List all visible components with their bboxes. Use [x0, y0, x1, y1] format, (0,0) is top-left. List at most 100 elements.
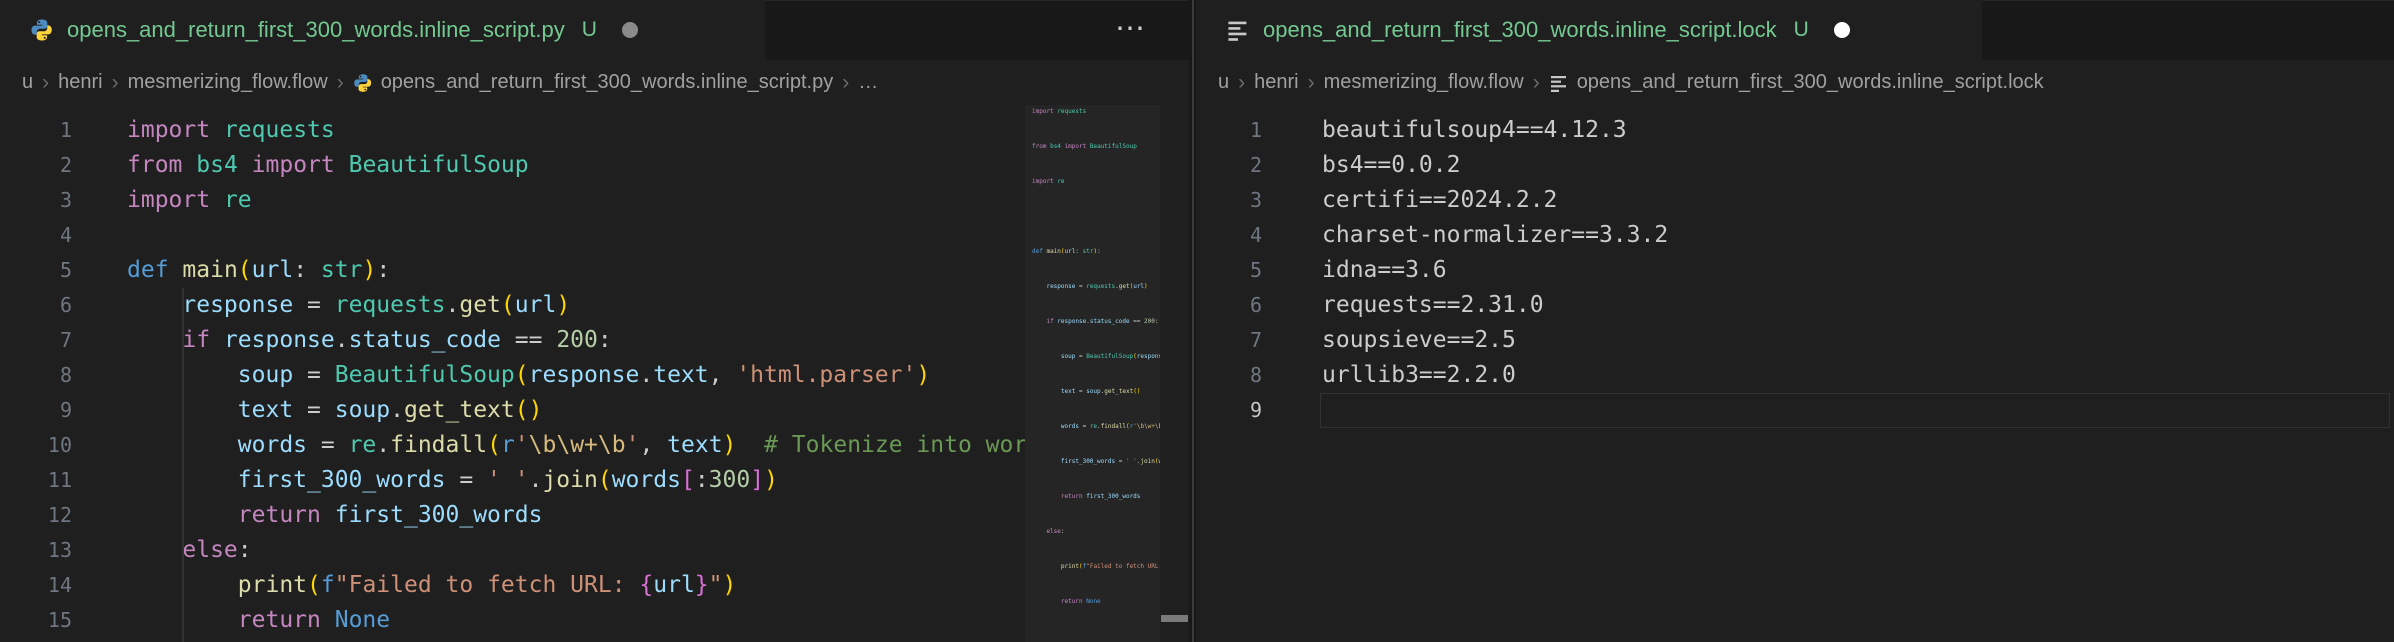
breadcrumb-separator: › — [1308, 71, 1315, 95]
code-line: certifi==2024.2.2 — [1322, 183, 1668, 218]
code-editor-python[interactable]: 123456789101112131415 import requestsfro… — [0, 105, 1190, 642]
breadcrumb-separator: › — [112, 71, 119, 95]
minimap[interactable]: import requestsfrom bs4 import Beautiful… — [1025, 105, 1160, 642]
breadcrumb-separator: › — [1533, 71, 1540, 95]
tabbar-left: opens_and_return_first_300_words.inline_… — [0, 0, 1190, 60]
code-content[interactable]: import requestsfrom bs4 import Beautiful… — [127, 113, 1055, 638]
editor-group-sash[interactable] — [1189, 0, 1196, 642]
breadcrumb-item[interactable]: mesmerizing_flow.flow — [128, 71, 328, 94]
code-line — [1032, 214, 1160, 249]
modified-dot-close-button[interactable] — [1834, 22, 1850, 38]
code-line: return None — [127, 603, 1055, 638]
indent-guide — [182, 288, 184, 642]
code-line: if response.status_code == 200: — [127, 323, 1055, 358]
code-line: import requests — [1032, 109, 1160, 144]
editor-group-right: opens_and_return_first_300_words.inline_… — [1196, 0, 2394, 642]
line-number: 4 — [1196, 218, 1262, 253]
line-number: 12 — [0, 498, 72, 533]
line-number: 9 — [1196, 393, 1262, 428]
code-line: import re — [127, 183, 1055, 218]
tab-python-file[interactable]: opens_and_return_first_300_words.inline_… — [0, 0, 765, 60]
code-line: idna==3.6 — [1322, 253, 1668, 288]
line-number: 5 — [0, 253, 72, 288]
code-line: beautifulsoup4==4.12.3 — [1322, 113, 1668, 148]
line-number-gutter: 123456789 — [1196, 113, 1262, 428]
list-icon — [1549, 73, 1569, 93]
python-icon — [30, 18, 54, 42]
code-line: return first_300_words — [127, 498, 1055, 533]
breadcrumb-separator: › — [42, 71, 49, 95]
code-line: import requests — [127, 113, 1055, 148]
code-line: soup = BeautifulSoup(response.text, 'htm… — [1032, 354, 1160, 389]
code-line: words = re.findall(r'\b\w+\b', text) # T… — [1032, 424, 1160, 459]
breadcrumb-separator: › — [337, 71, 344, 95]
breadcrumb-item[interactable]: … — [858, 71, 878, 94]
line-number-gutter: 123456789101112131415 — [0, 113, 72, 638]
code-line: else: — [127, 533, 1055, 568]
code-line: print(f"Failed to fetch URL: {url}") — [1032, 564, 1160, 599]
line-number: 6 — [0, 288, 72, 323]
code-line: first_300_words = ' '.join(words[:300]) — [127, 463, 1055, 498]
editor-group-left: opens_and_return_first_300_words.inline_… — [0, 0, 1190, 642]
line-number: 1 — [1196, 113, 1262, 148]
tab-lock-file[interactable]: opens_and_return_first_300_words.inline_… — [1196, 0, 1982, 60]
code-line: if response.status_code == 200: — [1032, 319, 1160, 354]
line-number: 14 — [0, 568, 72, 603]
breadcrumb-item[interactable]: u — [1218, 71, 1229, 94]
code-line: requests==2.31.0 — [1322, 288, 1668, 323]
breadcrumb-item[interactable]: opens_and_return_first_300_words.inline_… — [1549, 71, 2044, 94]
minimap-content: import requestsfrom bs4 import Beautiful… — [1025, 105, 1160, 634]
line-number: 2 — [1196, 148, 1262, 183]
line-number: 7 — [0, 323, 72, 358]
code-line — [1322, 393, 1668, 428]
line-number: 11 — [0, 463, 72, 498]
line-number: 4 — [0, 218, 72, 253]
breadcrumb-separator: › — [1238, 71, 1245, 95]
code-line: from bs4 import BeautifulSoup — [127, 148, 1055, 183]
line-number: 7 — [1196, 323, 1262, 358]
line-number: 8 — [0, 358, 72, 393]
code-line: import re — [1032, 179, 1160, 214]
tabstrip-empty-right — [1982, 0, 2394, 60]
sash-line — [1192, 0, 1194, 642]
overview-cursor-marker — [1161, 615, 1188, 622]
code-line: print(f"Failed to fetch URL: {url}") — [127, 568, 1055, 603]
breadcrumb: u › henri › mesmerizing_flow.flow › opens_and… — [1196, 60, 2394, 105]
code-editor-lock[interactable]: 123456789 beautifulsoup4==4.12.3bs4==0.0… — [1196, 105, 2394, 642]
code-line: words = re.findall(r'\b\w+\b', text) # T… — [127, 428, 1055, 463]
modified-dot-close-button[interactable] — [622, 22, 638, 38]
code-line: soup = BeautifulSoup(response.text, 'htm… — [127, 358, 1055, 393]
breadcrumb-item[interactable]: mesmerizing_flow.flow — [1324, 71, 1524, 94]
line-number: 5 — [1196, 253, 1262, 288]
code-line: bs4==0.0.2 — [1322, 148, 1668, 183]
breadcrumb-item[interactable]: henri — [58, 71, 102, 94]
python-icon — [353, 73, 373, 93]
code-line: response = requests.get(url) — [1032, 284, 1160, 319]
code-line: def main(url: str): — [127, 253, 1055, 288]
code-line: soupsieve==2.5 — [1322, 323, 1668, 358]
line-number: 2 — [0, 148, 72, 183]
breadcrumb: u › henri › mesmerizing_flow.flow › opens_and… — [0, 60, 1190, 105]
code-line: text = soup.get_text() — [127, 393, 1055, 428]
breadcrumb-separator: › — [842, 71, 849, 95]
tab-label: opens_and_return_first_300_words.inline_… — [67, 17, 565, 43]
breadcrumb-item[interactable]: u — [22, 71, 33, 94]
code-line: first_300_words = ' '.join(words[:300]) — [1032, 459, 1160, 494]
breadcrumb-item[interactable]: opens_and_return_first_300_words.inline_… — [353, 71, 834, 94]
code-line: from bs4 import BeautifulSoup — [1032, 144, 1160, 179]
tabbar-right: opens_and_return_first_300_words.inline_… — [1196, 0, 2394, 60]
code-line: urllib3==2.2.0 — [1322, 358, 1668, 393]
git-status-badge: U — [582, 18, 597, 42]
code-line: return first_300_words — [1032, 494, 1160, 529]
scrollbar-overview-ruler[interactable] — [1160, 105, 1190, 642]
code-line — [127, 218, 1055, 253]
editor-actions-ellipsis-button[interactable]: ⋯ — [1115, 11, 1148, 46]
line-number: 1 — [0, 113, 72, 148]
line-number: 13 — [0, 533, 72, 568]
tabstrip-empty-left: ⋯ — [765, 0, 1190, 60]
code-content[interactable]: beautifulsoup4==4.12.3bs4==0.0.2certifi=… — [1322, 113, 1668, 428]
breadcrumb-item[interactable]: henri — [1254, 71, 1298, 94]
code-line: charset-normalizer==3.3.2 — [1322, 218, 1668, 253]
code-line: def main(url: str): — [1032, 249, 1160, 284]
line-number: 3 — [0, 183, 72, 218]
